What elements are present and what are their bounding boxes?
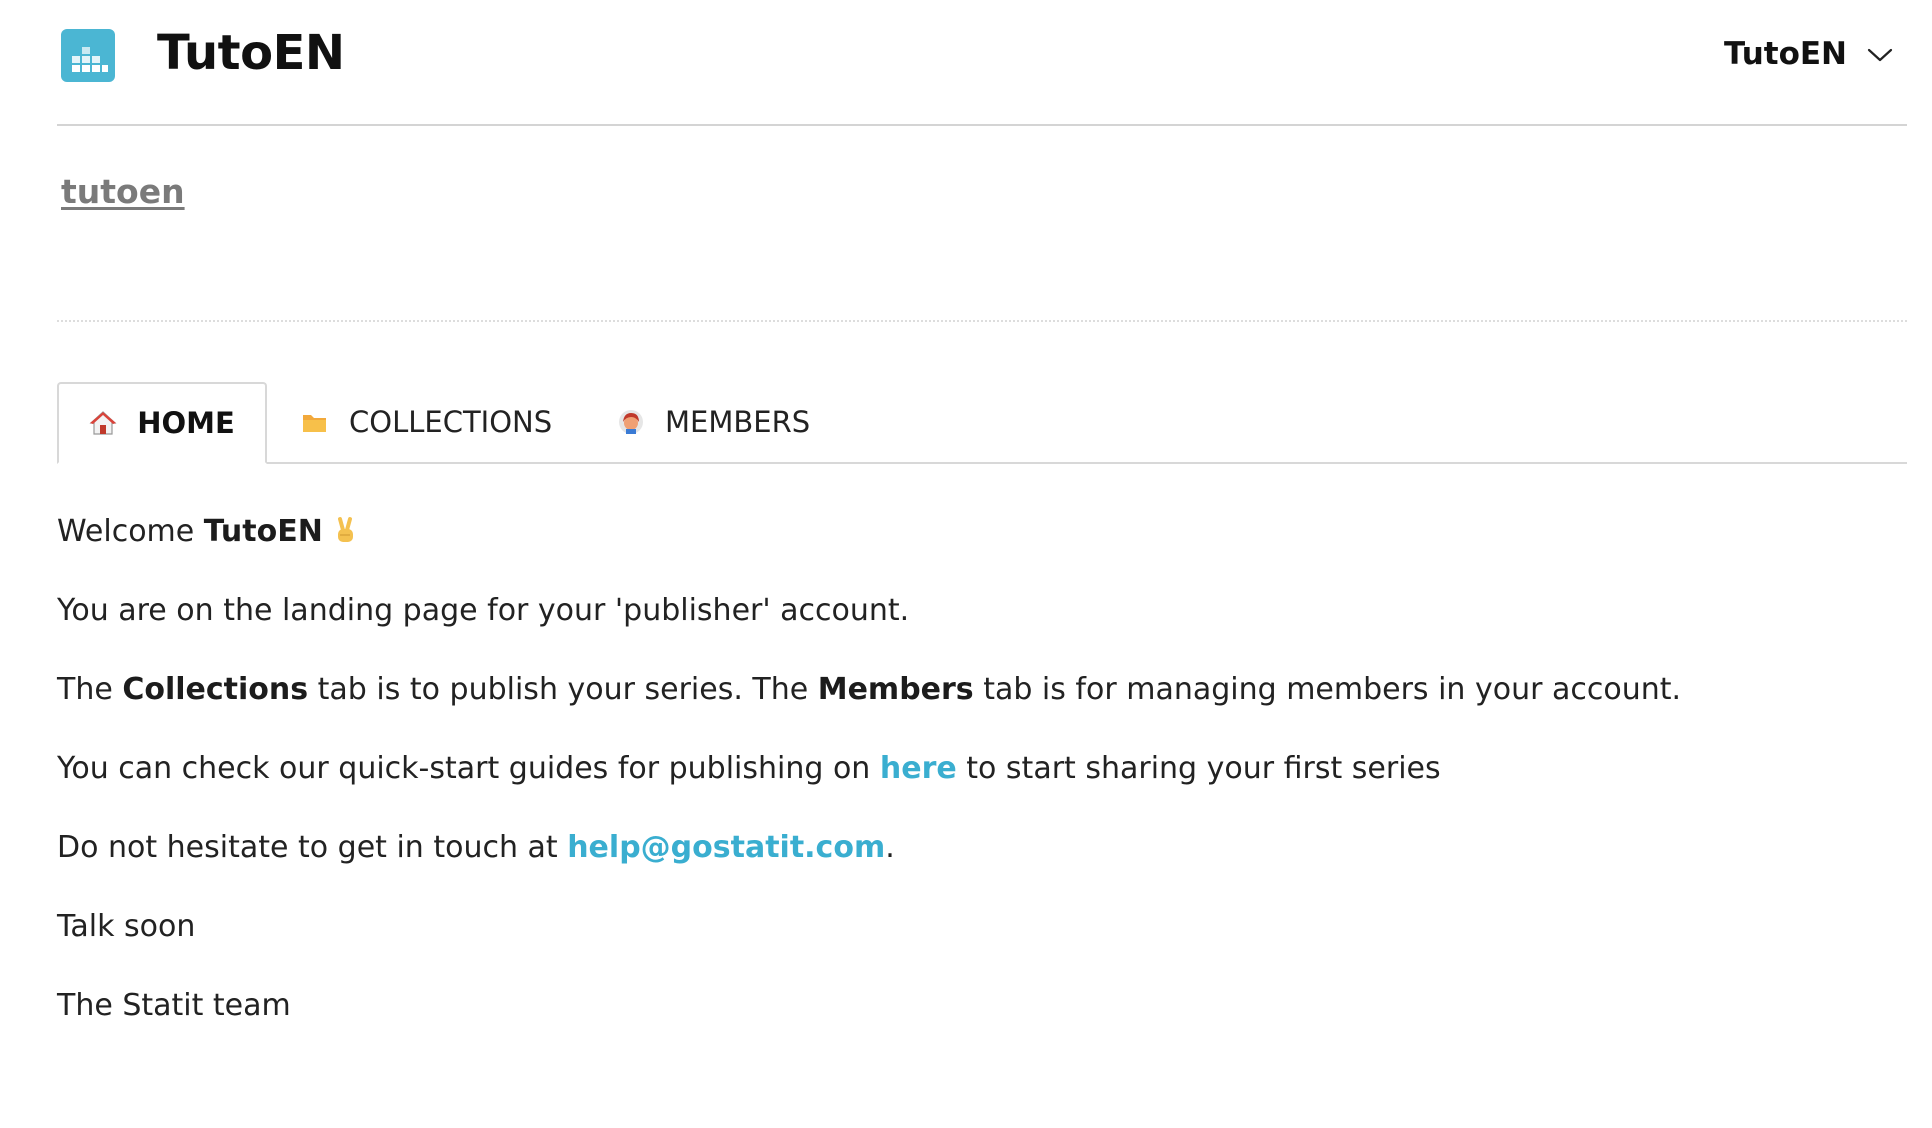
folder-icon [303, 415, 326, 432]
quick-start-guide-link[interactable]: here [880, 751, 957, 786]
signature-line: The Statit team [57, 988, 291, 1023]
victory-hand-icon [337, 517, 353, 542]
tab-bar: HOME COLLECTIONS MEMBERS [57, 382, 1907, 464]
house-icon [89, 411, 117, 435]
tabs-explanation-text-2: tab is to publish your series. The [308, 672, 818, 707]
quick-start-text-1: You can check our quick-start guides for… [57, 751, 880, 786]
tabs-explanation-text-1: The [57, 672, 123, 707]
contact-text: Do not hesitate to get in touch at [57, 830, 568, 865]
app-title: TutoEN [157, 25, 345, 81]
members-bold: Members [817, 672, 974, 707]
account-switcher[interactable]: TutoEN [1724, 34, 1907, 74]
chevron-down-icon [1867, 48, 1893, 62]
home-content: Welcome TutoEN You are on the landing pa… [57, 512, 1857, 1065]
tab-collections-label: COLLECTIONS [349, 405, 553, 439]
landing-page-line: You are on the landing page for your 'pu… [57, 593, 910, 628]
tabs-explanation-text-3: tab is for managing members in your acco… [973, 672, 1682, 707]
app-logo-icon[interactable] [61, 29, 115, 82]
collections-bold: Collections [122, 672, 309, 707]
quick-start-line: You can check our quick-start guides for… [57, 749, 1857, 789]
account-title-section: tutoen [57, 124, 1907, 322]
talk-soon-line: Talk soon [57, 909, 196, 944]
welcome-prefix: Welcome [57, 514, 204, 549]
contact-line: Do not hesitate to get in touch at help@… [57, 828, 1857, 868]
tab-home-label: HOME [137, 406, 235, 440]
person-icon [619, 410, 643, 434]
tab-members[interactable]: MEMBERS [617, 382, 810, 462]
account-switcher-label: TutoEN [1723, 36, 1847, 72]
tab-collections[interactable]: COLLECTIONS [301, 382, 552, 462]
welcome-line: Welcome TutoEN [57, 512, 1857, 552]
top-header: TutoEN TutoEN [57, 0, 1907, 126]
quick-start-text-2: to start sharing your first series [956, 751, 1441, 786]
tab-members-label: MEMBERS [665, 405, 811, 439]
contact-period: . [885, 830, 895, 865]
tabs-explanation-line: The Collections tab is to publish your s… [57, 670, 1857, 710]
welcome-name: TutoEN [203, 514, 323, 549]
tab-home[interactable]: HOME [57, 382, 267, 464]
account-slug-link[interactable]: tutoen [61, 172, 185, 211]
support-email-link[interactable]: help@gostatit.com [567, 830, 885, 865]
